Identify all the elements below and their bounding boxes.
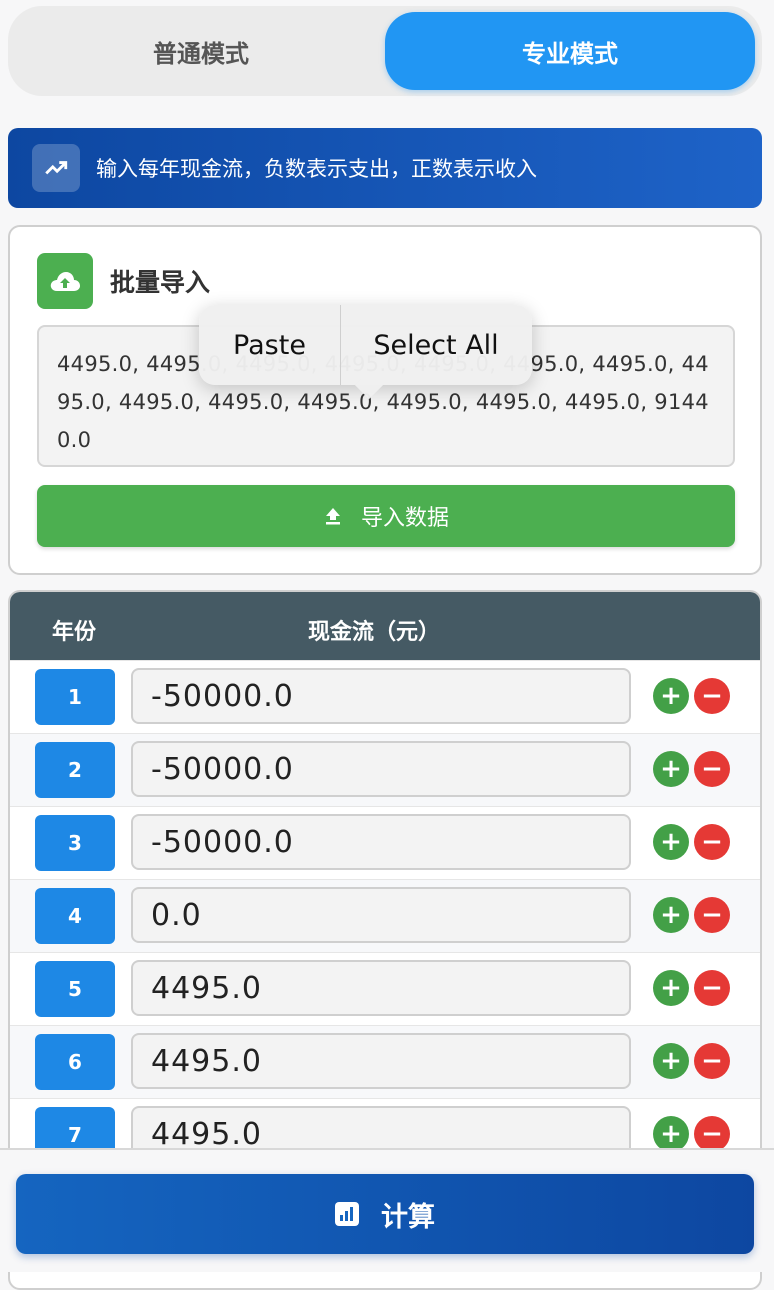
- cashflow-input[interactable]: -50000.0: [131, 814, 631, 870]
- bottom-bar: 计算: [0, 1148, 774, 1272]
- remove-row-button[interactable]: −: [694, 1043, 730, 1079]
- add-row-button[interactable]: +: [653, 897, 689, 933]
- trending-up-icon: [32, 144, 80, 192]
- import-data-button[interactable]: 导入数据: [37, 485, 735, 547]
- cashflow-input[interactable]: -50000.0: [131, 668, 631, 724]
- remove-row-button[interactable]: −: [694, 1116, 730, 1152]
- cashflow-input[interactable]: 0.0: [131, 887, 631, 943]
- remove-row-button[interactable]: −: [694, 751, 730, 787]
- table-header: 年份 现金流（元）: [10, 592, 760, 660]
- year-badge: 3: [35, 815, 115, 871]
- year-badge: 6: [35, 1034, 115, 1090]
- table-row: 4 0.0 + −: [10, 879, 760, 952]
- mode-toggle: 普通模式 专业模式: [8, 6, 762, 96]
- table-row: 3 -50000.0 + −: [10, 806, 760, 879]
- add-row-button[interactable]: +: [653, 751, 689, 787]
- cashflow-input[interactable]: 4495.0: [131, 960, 631, 1016]
- add-row-button[interactable]: +: [653, 1116, 689, 1152]
- add-row-button[interactable]: +: [653, 1043, 689, 1079]
- import-title: 批量导入: [110, 268, 211, 297]
- add-row-button[interactable]: +: [653, 678, 689, 714]
- add-row-button[interactable]: +: [653, 824, 689, 860]
- upload-icon: [325, 508, 340, 525]
- bar-chart-icon: [335, 1202, 359, 1226]
- table-row: 1 -50000.0 + −: [10, 660, 760, 733]
- calculate-label: 计算: [381, 1201, 435, 1233]
- remove-row-button[interactable]: −: [694, 824, 730, 860]
- info-text: 输入每年现金流，负数表示支出，正数表示收入: [96, 157, 537, 181]
- remove-row-button[interactable]: −: [694, 970, 730, 1006]
- normal-mode-tab[interactable]: 普通模式: [16, 12, 386, 90]
- remove-row-button[interactable]: −: [694, 897, 730, 933]
- pro-mode-tab[interactable]: 专业模式: [385, 12, 755, 90]
- info-banner: 输入每年现金流，负数表示支出，正数表示收入: [8, 128, 762, 208]
- cashflow-input[interactable]: 4495.0: [131, 1033, 631, 1089]
- table-row: 2 -50000.0 + −: [10, 733, 760, 806]
- year-badge: 2: [35, 742, 115, 798]
- year-badge: 5: [35, 961, 115, 1017]
- import-button-label: 导入数据: [360, 506, 449, 531]
- context-menu: Paste Select All: [199, 305, 532, 400]
- cloud-upload-icon: [37, 253, 93, 309]
- add-row-button[interactable]: +: [653, 970, 689, 1006]
- cashflow-column-header: 现金流（元）: [308, 620, 441, 645]
- table-row: 6 4495.0 + −: [10, 1025, 760, 1098]
- year-badge: 1: [35, 669, 115, 725]
- table-row: 5 4495.0 + −: [10, 952, 760, 1025]
- paste-menu-item[interactable]: Paste: [199, 305, 341, 385]
- calculate-button[interactable]: 计算: [16, 1174, 754, 1254]
- remove-row-button[interactable]: −: [694, 678, 730, 714]
- year-column-header: 年份: [52, 620, 97, 645]
- import-card: 批量导入 4495.0, 4495.0, 4495.0, 4495.0, 449…: [8, 225, 762, 575]
- cashflow-input[interactable]: -50000.0: [131, 741, 631, 797]
- year-badge: 4: [35, 888, 115, 944]
